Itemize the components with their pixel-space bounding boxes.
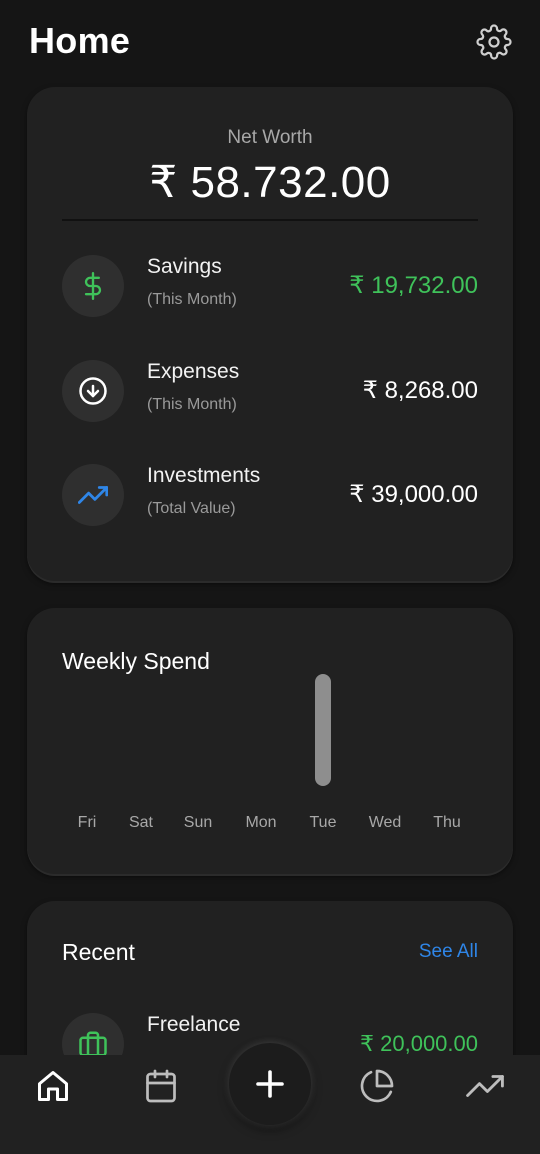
trending-up-icon (466, 1075, 504, 1097)
day-label-thu: Thu (433, 814, 461, 831)
day-label-wed: Wed (368, 814, 402, 831)
day-label-sun: Sun (183, 814, 213, 831)
investments-sub: (Total Value) (147, 500, 236, 517)
savings-row[interactable]: Savings (This Month) ₹ 19,732.00 (62, 255, 478, 319)
dollar-icon (62, 255, 124, 317)
divider (62, 219, 478, 221)
expenses-label: Expenses (147, 360, 240, 383)
weekly-spend-title: Weekly Spend (62, 648, 210, 674)
nav-investments[interactable] (462, 1063, 508, 1109)
weekly-spend-card: Weekly Spend Fri Sat Sun Mon Tue Wed Thu (27, 608, 513, 874)
savings-amount: ₹ 19,732.00 (349, 272, 478, 299)
weekly-spend-chart (52, 674, 488, 798)
savings-sub: (This Month) (147, 291, 237, 308)
day-label-tue: Tue (309, 814, 337, 831)
bar-tue (315, 674, 331, 786)
nav-analytics[interactable] (354, 1063, 400, 1109)
page-title: Home (29, 20, 131, 61)
transaction-name[interactable]: Freelance (147, 1013, 240, 1037)
investments-row[interactable]: Investments (Total Value) ₹ 39,000.00 (62, 464, 478, 528)
add-transaction-button[interactable] (229, 1043, 311, 1125)
pie-chart-icon (360, 1069, 394, 1103)
gear-icon (476, 24, 512, 60)
net-worth-card: Net Worth ₹ 58.732.00 Savings (This Mont… (27, 87, 513, 581)
expenses-amount: ₹ 8,268.00 (362, 377, 478, 404)
home-icon (38, 1071, 68, 1101)
plus-icon (256, 1070, 284, 1098)
trending-up-icon (62, 464, 124, 526)
day-label-fri: Fri (77, 814, 97, 831)
calendar-icon (146, 1069, 176, 1103)
investments-amount: ₹ 39,000.00 (349, 481, 478, 508)
settings-button[interactable] (474, 22, 514, 62)
arrow-down-circle-icon (62, 360, 124, 422)
net-worth-value: ₹ 58.732.00 (149, 158, 391, 207)
expenses-sub: (This Month) (147, 396, 237, 413)
investments-label: Investments (147, 464, 261, 487)
expenses-row[interactable]: Expenses (This Month) ₹ 8,268.00 (62, 360, 478, 424)
bottom-navigation (0, 1043, 540, 1154)
day-label-sat: Sat (128, 814, 153, 831)
savings-label: Savings (147, 255, 222, 278)
transaction-amount: ₹ 20,000.00 (360, 1031, 478, 1056)
day-label-mon: Mon (245, 814, 277, 831)
net-worth-label: Net Worth (227, 127, 313, 148)
recent-title: Recent (62, 939, 135, 965)
see-all-link[interactable]: See All (419, 941, 478, 963)
app-header: Home (0, 0, 540, 86)
nav-calendar[interactable] (138, 1063, 184, 1109)
nav-home[interactable] (30, 1063, 76, 1109)
